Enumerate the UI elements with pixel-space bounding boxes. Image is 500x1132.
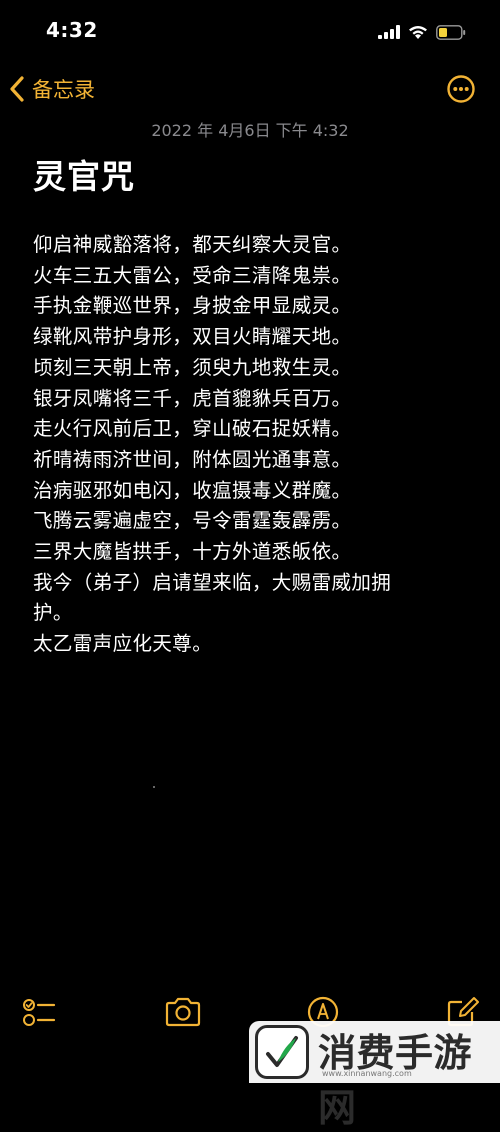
note-line: 飞腾云雾遍虚空，号令雷霆轰霹雳。 [33,509,352,533]
note-line: 手执金鞭巡世界，身披金甲显威灵。 [33,294,352,318]
wifi-icon [409,25,427,39]
note-line: 顷刻三天朝上帝，须臾九地救生灵。 [33,355,352,379]
back-button-label: 备忘录 [32,78,95,102]
note-body[interactable]: 仰启神威豁落将，都天纠察大灵官。 火车三五大雷公，受命三清降鬼祟。 手执金鞭巡世… [33,230,473,660]
note-line: 祈晴祷雨济世间，附体圆光通事意。 [33,447,352,471]
note-line: 银牙凤嘴将三千，虎首貔貅兵百万。 [33,386,352,410]
note-line: 三界大魔皆拱手，十方外道悉皈依。 [33,540,352,564]
note-title[interactable]: 灵官咒 [33,150,135,198]
note-line: 仰启神威豁落将，都天纠察大灵官。 [33,233,352,256]
checklist-button[interactable] [22,996,56,1028]
ellipsis-circle-icon [447,75,475,103]
checklist-icon [23,999,56,1026]
chevron-left-icon [10,76,24,102]
cellular-signal-icon [378,25,400,39]
note-line: 走火行风前后卫，穿山破石捉妖精。 [33,417,352,441]
text-cursor [153,786,155,788]
battery-icon [436,24,466,40]
note-line: 我今（弟子）启请望来临，大赐雷威加拥 [33,570,392,594]
camera-button[interactable] [164,996,202,1028]
watermark-url: www.xinnanwang.com [322,1069,412,1078]
watermark-logo [255,1025,309,1079]
note-date: 2022 年 4月6日 下午 4:32 [151,121,349,140]
status-time: 4:32 [46,18,98,42]
note-line: 绿靴风带护身形，双目火睛耀天地。 [33,325,352,349]
note-line: 太乙雷声应化天尊。 [33,632,213,656]
note-line: 护。 [33,601,73,625]
back-button[interactable]: 备忘录 [8,72,95,106]
more-options-button[interactable] [446,74,476,104]
camera-icon [165,997,201,1027]
note-line: 治病驱邪如电闪，收瘟摄毒义群魔。 [33,478,352,502]
status-indicators [378,20,466,44]
note-line: 火车三五大雷公，受命三清降鬼祟。 [33,263,352,287]
leaf-check-icon [266,1036,298,1067]
